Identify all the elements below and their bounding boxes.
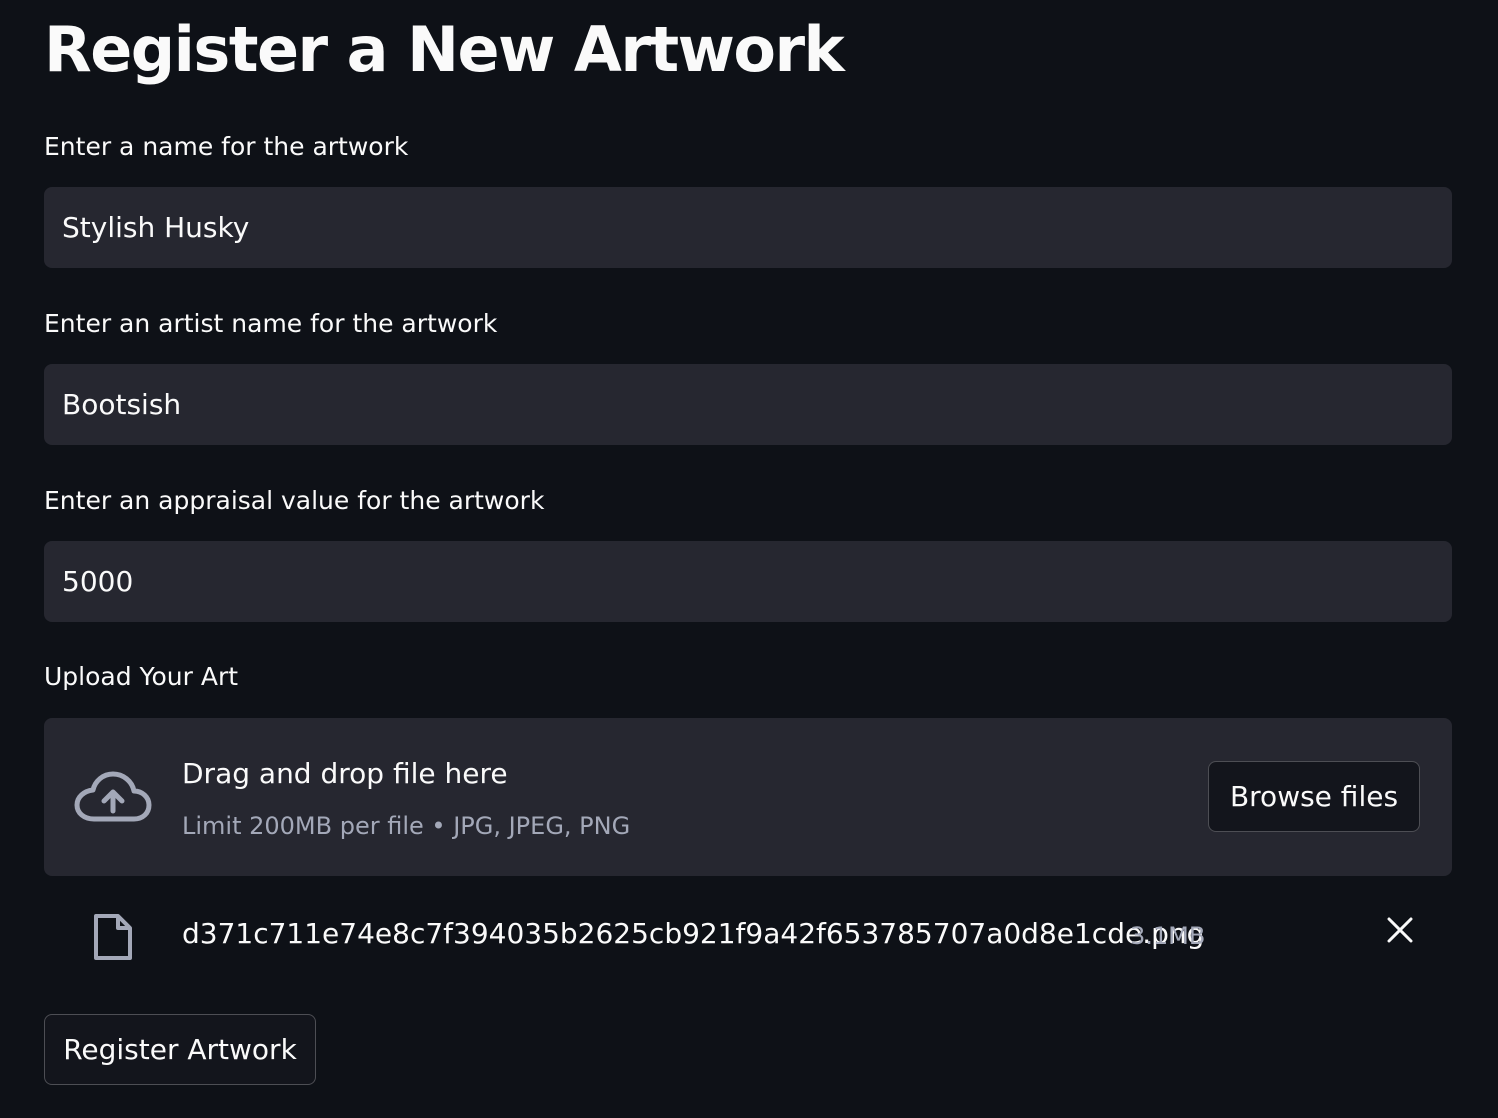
artist-name-label: Enter an artist name for the artwork <box>44 309 498 338</box>
dropzone-instruction: Drag and drop file here <box>182 757 508 790</box>
uploaded-file-name: d371c711e74e8c7f394035b2625cb921f9a42f65… <box>182 917 1205 950</box>
uploaded-file-row: d371c711e74e8c7f394035b2625cb921f9a42f65… <box>44 900 1452 970</box>
dropzone-limit-text: Limit 200MB per file • JPG, JPEG, PNG <box>182 812 631 840</box>
artwork-name-label: Enter a name for the artwork <box>44 132 409 161</box>
appraisal-value-input[interactable] <box>44 541 1452 622</box>
browse-files-button[interactable]: Browse files <box>1208 761 1420 832</box>
upload-label: Upload Your Art <box>44 662 239 691</box>
appraisal-value-label: Enter an appraisal value for the artwork <box>44 486 545 515</box>
file-icon <box>94 914 132 960</box>
cloud-upload-icon <box>74 771 152 822</box>
file-dropzone[interactable]: Drag and drop file here Limit 200MB per … <box>44 718 1452 876</box>
register-artwork-button[interactable]: Register Artwork <box>44 1014 316 1085</box>
close-icon[interactable] <box>1384 914 1416 946</box>
artist-name-input[interactable] <box>44 364 1452 445</box>
page-title: Register a New Artwork <box>44 13 845 86</box>
uploaded-file-size: 3.1MB <box>1130 922 1206 950</box>
artwork-name-input[interactable] <box>44 187 1452 268</box>
